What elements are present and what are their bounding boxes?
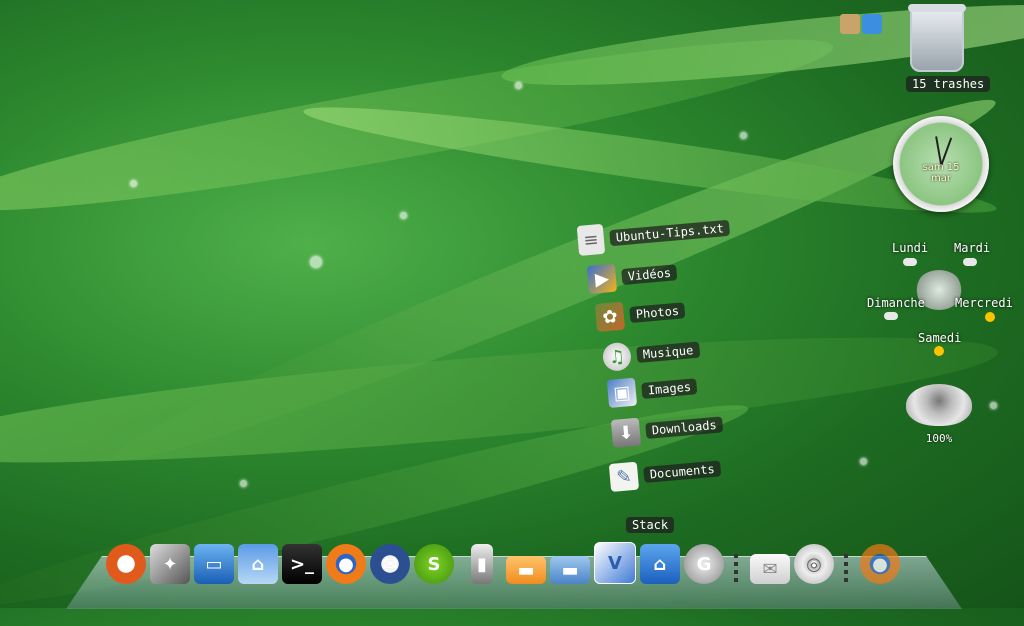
mail-icon[interactable]: ✉ — [750, 554, 790, 584]
cd-icon[interactable]: ◎ — [794, 544, 834, 584]
volume-widget[interactable]: 100% — [906, 384, 972, 445]
downloads-folder-icon: ⬇ — [610, 417, 642, 448]
weather-day-lundi: Lundi — [892, 241, 929, 255]
trash-label: 15 trashes — [906, 76, 991, 92]
volume-level: 100% — [925, 432, 953, 445]
stack-item-label: Ubuntu-Tips.txt — [609, 219, 731, 247]
skype-icon[interactable]: S — [414, 544, 454, 584]
stack-item-label: Downloads — [645, 416, 724, 440]
firefox-icon[interactable]: ● — [326, 544, 366, 584]
thunderbird-icon[interactable]: ✉ — [370, 544, 410, 584]
sun-icon — [985, 312, 995, 322]
weather-day-dimanche: Dimanche — [867, 296, 925, 310]
stack-tooltip: Stack — [626, 517, 675, 533]
cloud-icon — [963, 258, 977, 266]
clock-date: sam 15 mar — [922, 162, 960, 184]
phone-icon[interactable]: ▮ — [471, 544, 493, 584]
vlc-icon[interactable]: V — [594, 542, 636, 584]
stack-item-label: Musique — [636, 341, 700, 364]
video-folder-icon: ▶ — [586, 263, 618, 294]
stack-item-label: Documents — [643, 460, 722, 484]
stack-item-label: Vidéos — [621, 264, 678, 286]
ubuntu-icon[interactable]: ◉ — [106, 544, 146, 584]
gimp-icon[interactable]: G — [684, 544, 724, 584]
weather-day-samedi: Samedi — [918, 331, 962, 345]
clock-widget[interactable]: sam 15 mar — [893, 116, 989, 212]
images-folder-icon: ▣ — [606, 377, 638, 408]
weather-day-mardi: Mardi — [954, 241, 991, 255]
dock[interactable]: ◉ ✦ ▭ ⌂ >_ ● ✉ S ▮ ▬ ▬ V ⌂ G ✉ ◎ ● — [106, 536, 926, 584]
network-icon[interactable] — [840, 14, 860, 34]
weather-day-mercredi: Mercredi — [955, 296, 1013, 310]
trash-widget[interactable]: 15 trashes — [906, 4, 991, 92]
stack-item-label: Images — [641, 378, 698, 400]
cloud-icon — [884, 312, 898, 320]
folder-icon[interactable]: ▬ — [550, 556, 590, 584]
stack-item-documents[interactable]: ✎ Documents — [608, 454, 722, 492]
stack-item-photos[interactable]: ✿ Photos — [594, 296, 686, 332]
photos-folder-icon: ✿ — [594, 301, 626, 332]
dock-separator — [734, 554, 738, 584]
cloud-icon — [903, 258, 917, 266]
music-folder-icon: ♫ — [601, 341, 633, 372]
system-tray[interactable] — [840, 14, 882, 34]
folder-icon[interactable]: ▬ — [506, 556, 546, 584]
sun-icon — [934, 346, 944, 356]
terminal-icon[interactable]: >_ — [282, 544, 322, 584]
dock-separator — [844, 554, 848, 584]
stack-item-label: Photos — [629, 302, 686, 324]
speaker-icon[interactable] — [906, 384, 972, 426]
home-icon[interactable]: ⌂ — [238, 544, 278, 584]
stack-icon[interactable]: ⌂ — [640, 544, 680, 584]
text-file-icon: ≡ — [576, 223, 606, 256]
firefox-icon[interactable]: ● — [860, 544, 900, 584]
media-icon[interactable]: ✦ — [150, 544, 190, 584]
update-icon[interactable] — [862, 14, 882, 34]
trash-icon[interactable] — [908, 4, 966, 72]
display-icon[interactable]: ▭ — [194, 544, 234, 584]
documents-folder-icon: ✎ — [608, 461, 640, 492]
